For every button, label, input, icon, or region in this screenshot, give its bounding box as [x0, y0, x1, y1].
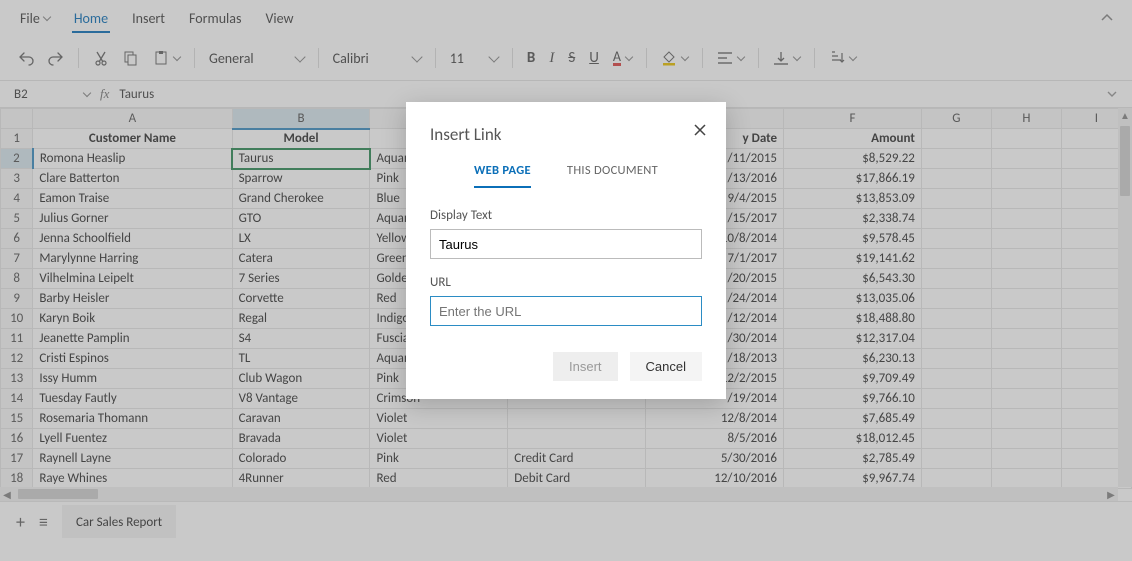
url-input[interactable]: [430, 296, 702, 326]
dialog-tabs: WEB PAGE THIS DOCUMENT: [430, 163, 702, 188]
close-button[interactable]: [692, 122, 708, 138]
tab-this-document[interactable]: THIS DOCUMENT: [567, 163, 658, 188]
modal-overlay: Insert Link WEB PAGE THIS DOCUMENT Displ…: [0, 0, 1132, 561]
display-text-label: Display Text: [430, 208, 702, 223]
dialog-title: Insert Link: [430, 124, 702, 145]
insert-button[interactable]: Insert: [553, 352, 618, 381]
insert-link-dialog: Insert Link WEB PAGE THIS DOCUMENT Displ…: [406, 102, 726, 399]
tab-web-page[interactable]: WEB PAGE: [474, 163, 531, 188]
display-text-input[interactable]: [430, 229, 702, 259]
cancel-button[interactable]: Cancel: [630, 352, 702, 381]
url-label: URL: [430, 275, 702, 290]
